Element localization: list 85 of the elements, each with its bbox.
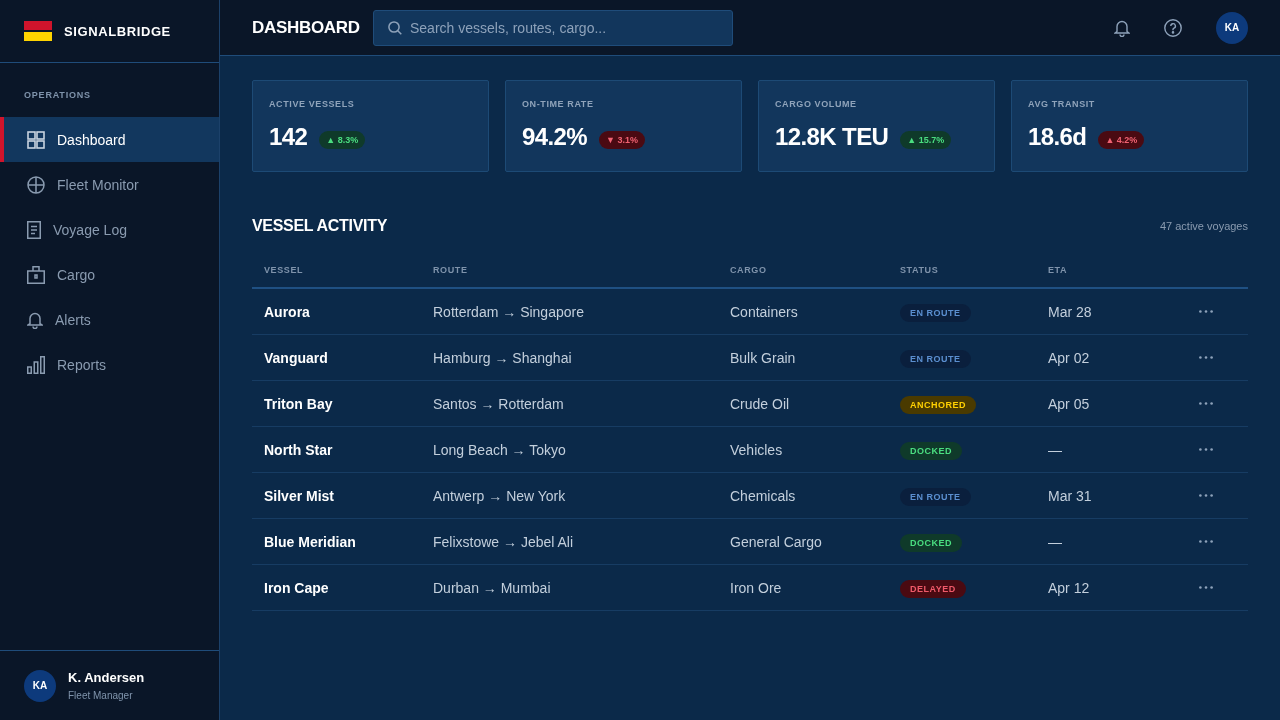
eta-date: Apr 12 xyxy=(1048,579,1090,596)
cargo-type: Bulk Grain xyxy=(730,349,796,366)
change-badge: ▲ 15.7% xyxy=(900,131,952,149)
route-text: Durban → Mumbai xyxy=(433,579,551,596)
stat-label: CARGO VOLUME xyxy=(775,98,857,111)
user-role: Fleet Manager xyxy=(68,688,133,702)
route-text: Hamburg → Shanghai xyxy=(433,349,572,366)
cargo-type: Containers xyxy=(730,303,798,320)
nav-item[interactable]: Alerts xyxy=(0,297,219,342)
help-icon[interactable] xyxy=(1164,18,1182,37)
column-header: STATUS xyxy=(900,265,939,275)
vessel-name: Iron Cape xyxy=(264,579,329,596)
section-title: VESSEL ACTIVITY xyxy=(252,217,388,235)
logo-icon xyxy=(24,21,52,41)
stat-value: 142 xyxy=(269,122,308,152)
stat-label: ON-TIME RATE xyxy=(522,98,594,111)
vessel-name: Aurora xyxy=(264,303,310,320)
cargo-type: Crude Oil xyxy=(730,395,790,412)
vessel-name: Silver Mist xyxy=(264,487,335,504)
more-icon[interactable] xyxy=(1199,356,1213,359)
cargo-type: Iron Ore xyxy=(730,579,782,596)
eta-date: — xyxy=(1048,533,1062,550)
more-icon[interactable] xyxy=(1199,540,1213,543)
nav-item[interactable]: Fleet Monitor xyxy=(0,162,219,207)
cargo-type: Vehicles xyxy=(730,441,783,458)
cargo-type: General Cargo xyxy=(730,533,822,550)
brand-name: SIGNALBRIDGE xyxy=(64,23,171,39)
stat-value: 94.2% xyxy=(522,122,588,152)
grid-icon xyxy=(27,130,45,149)
bar-chart-icon xyxy=(27,355,45,374)
stat-label: ACTIVE VESSELS xyxy=(269,98,355,111)
route-text: Felixstowe → Jebel Ali xyxy=(433,533,574,550)
crosshair-icon xyxy=(27,175,45,194)
user-avatar[interactable]: KA xyxy=(24,669,56,702)
change-badge: ▼ 3.1% xyxy=(599,131,645,149)
bell-icon xyxy=(27,310,43,329)
more-icon[interactable] xyxy=(1199,448,1213,451)
status-badge: DELAYED xyxy=(900,579,966,598)
section-label: OPERATIONS xyxy=(24,89,91,101)
route-text: Rotterdam → Singapore xyxy=(433,303,584,320)
vessel-name: North Star xyxy=(264,441,333,458)
status-badge: ANCHORED xyxy=(900,395,976,414)
route-text: Antwerp → New York xyxy=(433,487,566,504)
status-badge: EN ROUTE xyxy=(900,303,971,322)
nav-item[interactable]: Cargo xyxy=(0,252,219,297)
page-title: DASHBOARD xyxy=(252,17,360,38)
eta-date: — xyxy=(1048,441,1062,458)
column-header: ROUTE xyxy=(433,265,468,275)
vessel-name: Vanguard xyxy=(264,349,328,366)
vessel-name: Triton Bay xyxy=(264,395,333,412)
more-icon[interactable] xyxy=(1199,310,1213,313)
column-header: CARGO xyxy=(730,265,767,275)
search-field[interactable]: Search vessels, routes, cargo... xyxy=(373,9,733,46)
nav-item[interactable]: Reports xyxy=(0,342,219,387)
eta-date: Mar 31 xyxy=(1048,487,1092,504)
eta-date: Apr 02 xyxy=(1048,349,1090,366)
vessel-name: Blue Meridian xyxy=(264,533,356,550)
briefcase-icon xyxy=(27,265,45,284)
search-icon xyxy=(388,20,402,35)
status-badge: EN ROUTE xyxy=(900,349,971,368)
route-text: Long Beach → Tokyo xyxy=(433,441,566,458)
cargo-type: Chemicals xyxy=(730,487,796,504)
column-header: VESSEL xyxy=(264,265,304,275)
nav-item[interactable]: Dashboard xyxy=(0,117,219,162)
more-icon[interactable] xyxy=(1199,402,1213,405)
stat-label: AVG TRANSIT xyxy=(1028,98,1095,111)
status-badge: DOCKED xyxy=(900,533,962,552)
stat-value: 18.6d xyxy=(1028,122,1087,152)
user-name: K. Andersen xyxy=(68,669,145,686)
eta-date: Mar 28 xyxy=(1048,303,1092,320)
status-badge: DOCKED xyxy=(900,441,962,460)
nav-item[interactable]: Voyage Log xyxy=(0,207,219,252)
column-header: ETA xyxy=(1048,265,1068,275)
change-badge: ▲ 4.2% xyxy=(1098,131,1145,149)
document-icon xyxy=(27,220,41,239)
more-icon[interactable] xyxy=(1199,494,1213,497)
route-text: Santos → Rotterdam xyxy=(433,395,564,412)
status-badge: EN ROUTE xyxy=(900,487,971,506)
change-badge: ▲ 8.3% xyxy=(319,131,366,149)
eta-date: Apr 05 xyxy=(1048,395,1090,412)
more-icon[interactable] xyxy=(1199,586,1213,589)
profile-avatar[interactable]: KA xyxy=(1216,11,1248,44)
stat-value: 12.8K TEU xyxy=(775,122,889,152)
voyage-count: 47 active voyages xyxy=(1159,220,1248,232)
notification-bell-icon[interactable] xyxy=(1114,18,1130,37)
